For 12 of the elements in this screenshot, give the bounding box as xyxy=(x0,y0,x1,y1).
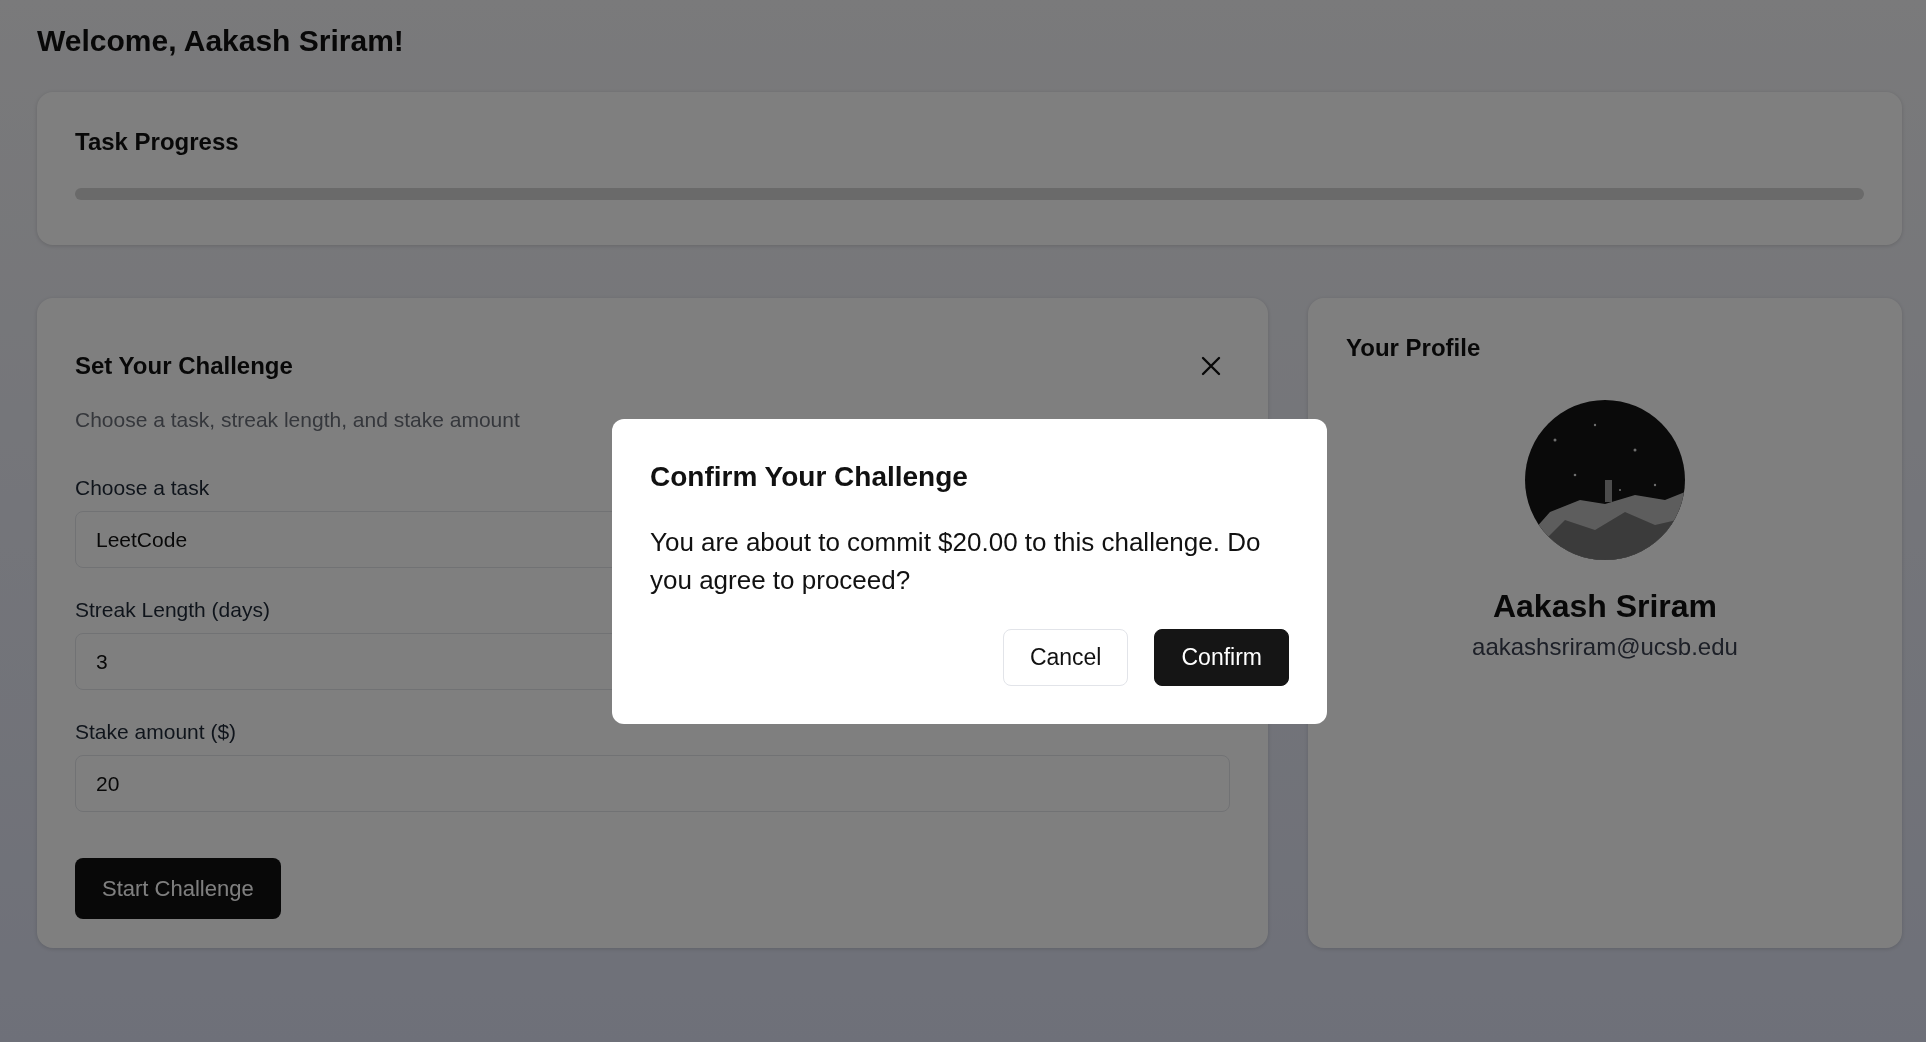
profile-email: aakashsriram@ucsb.edu xyxy=(1472,633,1738,661)
card-title: Set Your Challenge xyxy=(75,352,293,380)
field-label: Stake amount ($) xyxy=(75,720,237,744)
welcome-heading: Welcome, Aakash Sriram! xyxy=(37,24,404,58)
profile-name: Aakash Sriram xyxy=(1492,588,1718,625)
field-label: Choose a task xyxy=(75,476,210,500)
card-title: Your Profile xyxy=(1346,334,1481,362)
card-title: Task Progress xyxy=(75,128,239,156)
dialog-title: Confirm Your Challenge xyxy=(650,461,969,493)
card-subtitle: Choose a task, streak length, and stake amount xyxy=(75,408,520,432)
field-label: Streak Length (days) xyxy=(75,598,270,622)
dialog-message: You are about to commit $20.00 to this challenge. Do you agree to proceed? xyxy=(650,526,1262,597)
